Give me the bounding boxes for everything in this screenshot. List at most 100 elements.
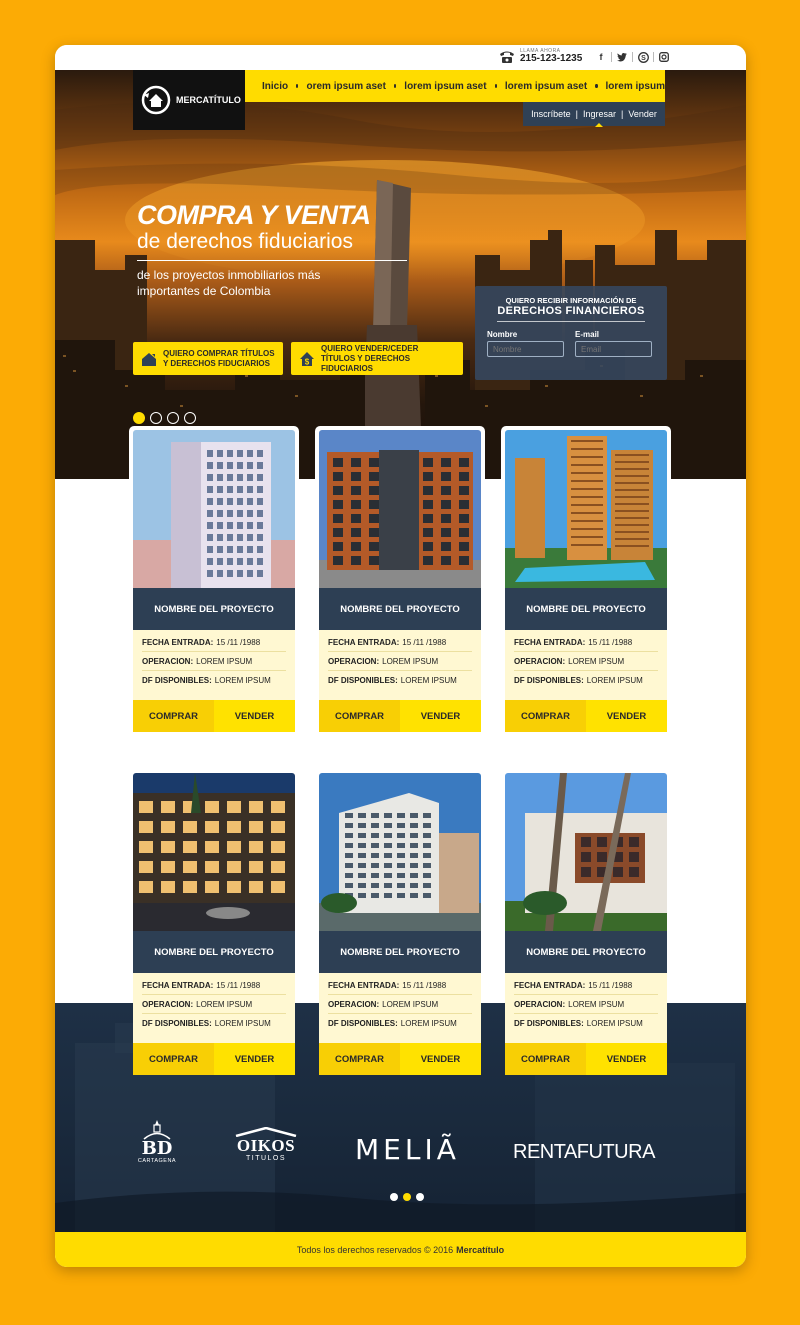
- fecha-value: 15 /11 /1988: [402, 980, 447, 990]
- partners-dot-2[interactable]: [403, 1193, 411, 1201]
- df-label: DF DISPONIBLES:: [514, 676, 584, 685]
- hero-slider-dots: [133, 412, 196, 424]
- df-label: DF DISPONIBLES:: [142, 1019, 212, 1028]
- card-actions: COMPRAR VENDER: [133, 1043, 295, 1075]
- buy-button[interactable]: COMPRAR: [133, 1043, 214, 1075]
- buy-titles-button[interactable]: QUIERO COMPRAR TÍTULOS Y DERECHOS FIDUCI…: [133, 342, 283, 375]
- nav-item-5[interactable]: lorem ipsum: [606, 81, 665, 92]
- info-row-df: DF DISPONIBLES: LOREM IPSUM: [142, 671, 286, 690]
- operacion-value: LOREM IPSUM: [196, 999, 253, 1009]
- project-card[interactable]: NOMBRE DEL PROYECTO FECHA ENTRADA: 15 /1…: [315, 769, 485, 1079]
- sell-button[interactable]: VENDER: [586, 700, 667, 732]
- project-name[interactable]: NOMBRE DEL PROYECTO: [133, 931, 295, 973]
- main-nav: Inicio orem ipsum aset lorem ipsum aset …: [245, 70, 665, 102]
- project-photo[interactable]: [505, 430, 667, 588]
- fecha-value: 15 /11 /1988: [216, 980, 261, 990]
- fecha-label: FECHA ENTRADA:: [514, 637, 586, 647]
- df-value: LOREM IPSUM: [586, 1019, 643, 1028]
- divider: [611, 52, 612, 62]
- nav-item-3[interactable]: lorem ipsum aset: [404, 81, 486, 92]
- project-info: FECHA ENTRADA: 15 /11 /1988 OPERACION: L…: [319, 973, 481, 1043]
- info-row-fecha: FECHA ENTRADA: 15 /11 /1988: [514, 633, 658, 652]
- facebook-icon[interactable]: f: [595, 51, 607, 63]
- info-row-operacion: OPERACION: LOREM IPSUM: [142, 995, 286, 1014]
- sell-link[interactable]: Vender: [628, 109, 657, 119]
- tower-icon: [143, 1120, 171, 1140]
- sell-button[interactable]: VENDER: [586, 1043, 667, 1075]
- project-name[interactable]: NOMBRE DEL PROYECTO: [319, 931, 481, 973]
- sell-button[interactable]: VENDER: [400, 1043, 481, 1075]
- slider-dot-3[interactable]: [167, 412, 179, 424]
- fecha-value: 15 /11 /1988: [216, 637, 261, 647]
- divider: [632, 52, 633, 62]
- footer-brand: Mercatítulo: [456, 1244, 505, 1255]
- info-row-fecha: FECHA ENTRADA: 15 /11 /1988: [142, 976, 286, 995]
- signup-link[interactable]: Inscríbete: [531, 109, 571, 119]
- partner-logo-rentafutura[interactable]: RENTAFUTURA: [513, 1141, 655, 1164]
- project-name[interactable]: NOMBRE DEL PROYECTO: [319, 588, 481, 630]
- brand-logo[interactable]: MERCATÍTULO: [133, 70, 245, 130]
- project-card[interactable]: NOMBRE DEL PROYECTO FECHA ENTRADA: 15 /1…: [501, 769, 671, 1079]
- project-name[interactable]: NOMBRE DEL PROYECTO: [133, 588, 295, 630]
- project-photo[interactable]: [505, 773, 667, 931]
- card-actions: COMPRAR VENDER: [505, 1043, 667, 1075]
- project-name[interactable]: NOMBRE DEL PROYECTO: [505, 931, 667, 973]
- card-actions: COMPRAR VENDER: [319, 700, 481, 732]
- social-links: f S: [595, 51, 670, 63]
- project-card[interactable]: NOMBRE DEL PROYECTO FECHA ENTRADA: 15 /1…: [129, 426, 299, 736]
- buy-button[interactable]: COMPRAR: [133, 700, 214, 732]
- info-row-fecha: FECHA ENTRADA: 15 /11 /1988: [514, 976, 658, 995]
- sell-button[interactable]: VENDER: [214, 700, 295, 732]
- sell-button[interactable]: VENDER: [400, 700, 481, 732]
- bd-subtitle: CARTAGENA: [137, 1158, 177, 1164]
- sell-button[interactable]: VENDER: [214, 1043, 295, 1075]
- phone-number[interactable]: 215-123-1235: [520, 54, 582, 64]
- buy-button[interactable]: COMPRAR: [505, 700, 586, 732]
- login-link[interactable]: Ingresar: [583, 109, 616, 119]
- project-photo[interactable]: [133, 430, 295, 588]
- info-row-fecha: FECHA ENTRADA: 15 /11 /1988: [142, 633, 286, 652]
- project-card[interactable]: NOMBRE DEL PROYECTO FECHA ENTRADA: 15 /1…: [129, 769, 299, 1079]
- partners-dot-1[interactable]: [390, 1193, 398, 1201]
- partners-dot-3[interactable]: [416, 1193, 424, 1201]
- slider-dot-2[interactable]: [150, 412, 162, 424]
- fecha-label: FECHA ENTRADA:: [142, 980, 214, 990]
- df-label: DF DISPONIBLES:: [328, 1019, 398, 1028]
- project-photo[interactable]: [133, 773, 295, 931]
- info-row-operacion: OPERACION: LOREM IPSUM: [142, 652, 286, 671]
- project-info: FECHA ENTRADA: 15 /11 /1988 OPERACION: L…: [133, 973, 295, 1043]
- info-row-df: DF DISPONIBLES: LOREM IPSUM: [514, 1014, 658, 1033]
- buy-button[interactable]: COMPRAR: [319, 700, 400, 732]
- instagram-icon[interactable]: [658, 51, 670, 63]
- project-card[interactable]: NOMBRE DEL PROYECTO FECHA ENTRADA: 15 /1…: [501, 426, 671, 736]
- buy-button[interactable]: COMPRAR: [319, 1043, 400, 1075]
- divider: |: [621, 109, 624, 119]
- project-card[interactable]: NOMBRE DEL PROYECTO FECHA ENTRADA: 15 /1…: [315, 426, 485, 736]
- sell-titles-button[interactable]: $ QUIERO VENDER/CEDER TÍTULOS Y DERECHOS…: [291, 342, 463, 375]
- slider-dot-4[interactable]: [184, 412, 196, 424]
- skype-icon[interactable]: S: [637, 51, 649, 63]
- cta-buy-line1: QUIERO COMPRAR TÍTULOS: [163, 348, 275, 358]
- twitter-icon[interactable]: [616, 51, 628, 63]
- df-label: DF DISPONIBLES:: [514, 1019, 584, 1028]
- nav-item-2[interactable]: orem ipsum aset: [306, 81, 385, 92]
- nav-item-inicio[interactable]: Inicio: [262, 81, 288, 92]
- slider-dot-1[interactable]: [133, 412, 145, 424]
- partner-logo-oikos[interactable]: OIKOS TITULOS: [231, 1127, 301, 1162]
- divider: |: [575, 109, 578, 119]
- email-field[interactable]: [575, 341, 652, 357]
- name-field[interactable]: [487, 341, 564, 357]
- project-photo[interactable]: [319, 773, 481, 931]
- df-value: LOREM IPSUM: [586, 676, 643, 685]
- phone-icon: [500, 51, 514, 63]
- hero-banner: MERCATÍTULO Inicio orem ipsum aset lorem…: [55, 70, 746, 479]
- svg-text:$: $: [305, 357, 310, 366]
- partner-logo-melia[interactable]: MELIÃ: [355, 1133, 460, 1166]
- phone-block[interactable]: LLAMA AHORA 215-123-1235: [498, 49, 582, 64]
- buy-button[interactable]: COMPRAR: [505, 1043, 586, 1075]
- project-photo[interactable]: [319, 430, 481, 588]
- partner-logo-bd-cartagena[interactable]: BD CARTAGENA: [133, 1120, 181, 1164]
- project-name[interactable]: NOMBRE DEL PROYECTO: [505, 588, 667, 630]
- info-row-df: DF DISPONIBLES: LOREM IPSUM: [142, 1014, 286, 1033]
- nav-item-4[interactable]: lorem ipsum aset: [505, 81, 587, 92]
